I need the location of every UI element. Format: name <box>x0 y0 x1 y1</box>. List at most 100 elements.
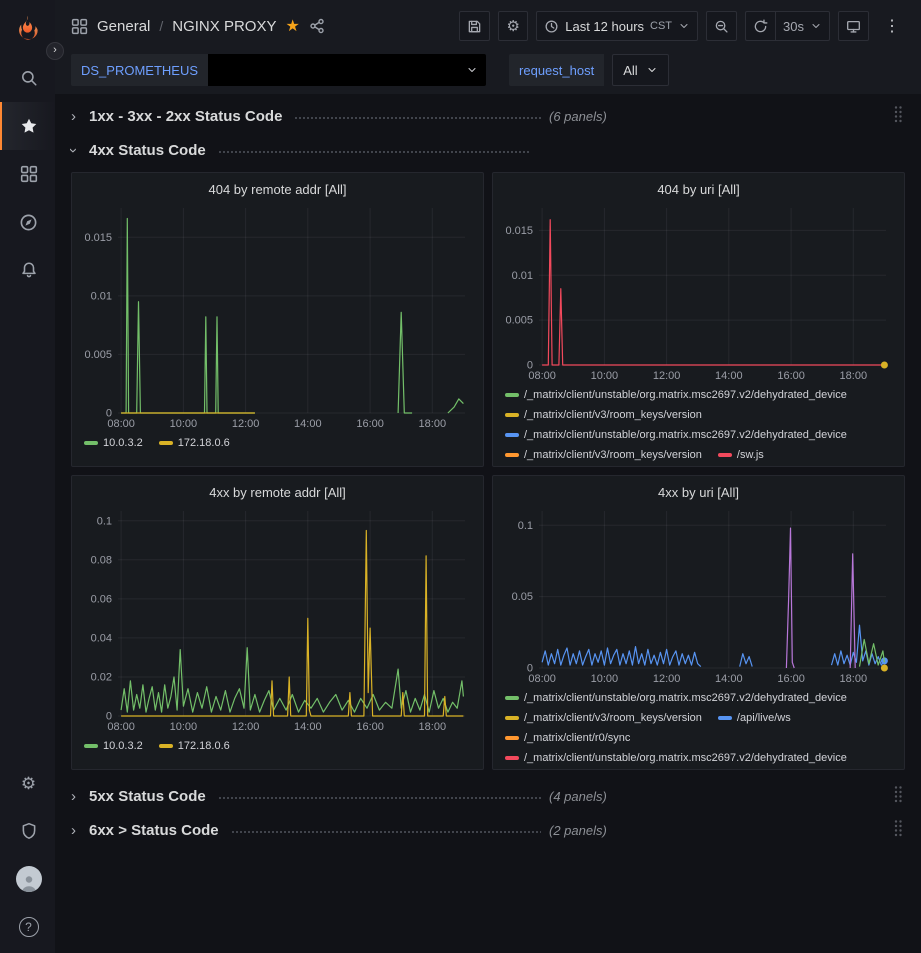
row-dotted-line <box>231 831 541 833</box>
chart-legend: /_matrix/client/unstable/org.matrix.msc2… <box>501 685 896 768</box>
gear-icon: ⚙ <box>21 775 36 792</box>
series-color-swatch <box>159 744 173 748</box>
legend-item[interactable]: /api/live/ws <box>718 708 791 728</box>
kebab-menu-button[interactable]: ⋮ <box>877 11 907 41</box>
search-icon <box>20 69 38 87</box>
svg-text:0.04: 0.04 <box>91 632 112 644</box>
sidebar-item-configuration[interactable]: ⚙ <box>0 759 55 807</box>
row-panel-count: (4 panels) <box>549 789 607 804</box>
grafana-flame-icon <box>14 14 41 41</box>
panel-4xx-by-remote-addr: 4xx by remote addr [All] 00.020.040.060.… <box>71 475 484 770</box>
apps-grid-icon <box>71 18 88 35</box>
legend-item[interactable]: /_matrix/client/unstable/org.matrix.msc2… <box>505 748 847 768</box>
datasource-variable-label[interactable]: DS_PROMETHEUS <box>71 54 208 86</box>
topbar-controls: ⚙ Last 12 hours CST <box>459 11 907 41</box>
timeseries-chart[interactable]: 00.0050.010.01508:0010:0012:0014:0016:00… <box>501 202 896 382</box>
svg-text:0.015: 0.015 <box>505 225 533 237</box>
sidebar-item-explore[interactable] <box>0 198 55 246</box>
panel-title[interactable]: 4xx by remote addr [All] <box>80 481 475 505</box>
chevron-down-icon <box>466 64 478 76</box>
monitor-icon <box>846 19 861 34</box>
row-panel-count: (2 panels) <box>549 823 607 838</box>
panel-title[interactable]: 4xx by uri [All] <box>501 481 896 505</box>
tv-mode-button[interactable] <box>838 11 869 41</box>
series-color-swatch <box>505 756 519 760</box>
dashboard-scroll-area[interactable]: › 1xx - 3xx - 2xx Status Code (6 panels)… <box>55 94 921 953</box>
row-header-4xx[interactable]: › 4xx Status Code <box>71 136 905 164</box>
dashboard-settings-button[interactable]: ⚙ <box>498 11 528 41</box>
series-label: /sw.js <box>737 445 764 465</box>
datasource-variable-value[interactable] <box>208 54 486 86</box>
person-icon <box>19 872 39 892</box>
legend-item[interactable]: /_matrix/client/unstable/org.matrix.msc2… <box>505 425 847 445</box>
row-drag-handle-icon[interactable] <box>891 783 905 810</box>
sidebar-item-starred[interactable] <box>0 102 55 150</box>
panel-title[interactable]: 404 by remote addr [All] <box>80 178 475 202</box>
favorite-star-icon[interactable]: ★ <box>285 16 299 36</box>
svg-text:14:00: 14:00 <box>715 673 743 685</box>
sidebar-item-search[interactable] <box>0 54 55 102</box>
legend-item[interactable]: /_matrix/client/v3/room_keys/version <box>505 445 702 465</box>
row-title: 4xx Status Code <box>89 142 206 159</box>
sidebar-item-alerting[interactable] <box>0 246 55 294</box>
legend-item[interactable]: /_matrix/client/unstable/org.matrix.msc2… <box>505 688 847 708</box>
row-header-1xx-3xx-2xx[interactable]: › 1xx - 3xx - 2xx Status Code (6 panels) <box>71 102 905 130</box>
star-icon <box>20 117 38 135</box>
refresh-interval-dropdown[interactable]: 30s <box>775 11 830 41</box>
breadcrumb-folder[interactable]: General <box>97 18 150 35</box>
legend-item[interactable]: /_matrix/client/r0/sync <box>505 728 630 748</box>
legend-item[interactable]: /_matrix/client/v3/room_keys/version <box>505 405 702 425</box>
panel-4xx-by-uri: 4xx by uri [All] 00.050.108:0010:0012:00… <box>492 475 905 770</box>
timeseries-chart[interactable]: 00.020.040.060.080.108:0010:0012:0014:00… <box>80 505 475 733</box>
row-drag-handle-icon[interactable] <box>891 817 905 844</box>
chevron-down-icon: › <box>71 142 89 159</box>
legend-item[interactable]: 10.0.3.2 <box>84 736 143 756</box>
legend-item[interactable]: 172.18.0.6 <box>159 736 230 756</box>
series-label: /_matrix/client/unstable/org.matrix.msc2… <box>524 748 847 768</box>
timeseries-chart[interactable]: 00.050.108:0010:0012:0014:0016:0018:00 <box>501 505 896 685</box>
chevron-down-icon <box>646 64 658 76</box>
svg-text:0.01: 0.01 <box>91 290 112 302</box>
legend-item[interactable]: /_matrix/client/unstable/org.matrix.msc2… <box>505 385 847 405</box>
time-range-picker[interactable]: Last 12 hours CST <box>536 11 698 41</box>
svg-text:16:00: 16:00 <box>356 418 384 430</box>
refresh-icon <box>753 19 768 34</box>
panel-404-by-remote-addr: 404 by remote addr [All] 00.0050.010.015… <box>71 172 484 467</box>
row-title: 5xx Status Code <box>89 788 206 805</box>
panel-title[interactable]: 404 by uri [All] <box>501 178 896 202</box>
sidebar-item-server-admin[interactable] <box>0 807 55 855</box>
row-panel-count: (6 panels) <box>549 109 607 124</box>
row-header-5xx[interactable]: › 5xx Status Code (4 panels) <box>71 782 905 810</box>
series-color-swatch <box>718 453 732 457</box>
share-icon[interactable] <box>309 18 325 34</box>
legend-item[interactable]: /_matrix/client/v3/room_keys/version <box>505 708 702 728</box>
gear-icon: ⚙ <box>507 19 520 34</box>
row-dotted-line <box>218 797 541 799</box>
avatar <box>16 866 42 892</box>
breadcrumb-separator: / <box>159 18 163 34</box>
save-dashboard-button[interactable] <box>459 11 490 41</box>
series-label: 10.0.3.2 <box>103 736 143 756</box>
sidebar-item-help[interactable]: ? <box>0 903 55 951</box>
svg-text:08:00: 08:00 <box>107 721 135 733</box>
refresh-button[interactable] <box>745 11 775 41</box>
request-host-value-text: All <box>623 63 637 78</box>
dashboard-title[interactable]: NGINX PROXY <box>172 18 276 35</box>
series-label: /_matrix/client/unstable/org.matrix.msc2… <box>524 688 847 708</box>
row-drag-handle-icon[interactable] <box>891 103 905 130</box>
request-host-variable-label[interactable]: request_host <box>509 54 604 86</box>
svg-text:18:00: 18:00 <box>840 673 868 685</box>
request-host-variable-value[interactable]: All <box>612 54 668 86</box>
svg-text:08:00: 08:00 <box>528 673 556 685</box>
sidebar-item-dashboards[interactable] <box>0 150 55 198</box>
sidebar-expand-button[interactable]: › <box>46 42 64 60</box>
sidebar-item-profile[interactable] <box>0 855 55 903</box>
row-header-6xx[interactable]: › 6xx > Status Code (2 panels) <box>71 816 905 844</box>
zoom-out-button[interactable] <box>706 11 737 41</box>
panel-grid: 404 by remote addr [All] 00.0050.010.015… <box>71 172 905 770</box>
chart-legend: 10.0.3.2 172.18.0.6 <box>80 430 475 453</box>
timeseries-chart[interactable]: 00.0050.010.01508:0010:0012:0014:0016:00… <box>80 202 475 430</box>
legend-item[interactable]: 172.18.0.6 <box>159 433 230 453</box>
legend-item[interactable]: 10.0.3.2 <box>84 433 143 453</box>
legend-item[interactable]: /sw.js <box>718 445 764 465</box>
